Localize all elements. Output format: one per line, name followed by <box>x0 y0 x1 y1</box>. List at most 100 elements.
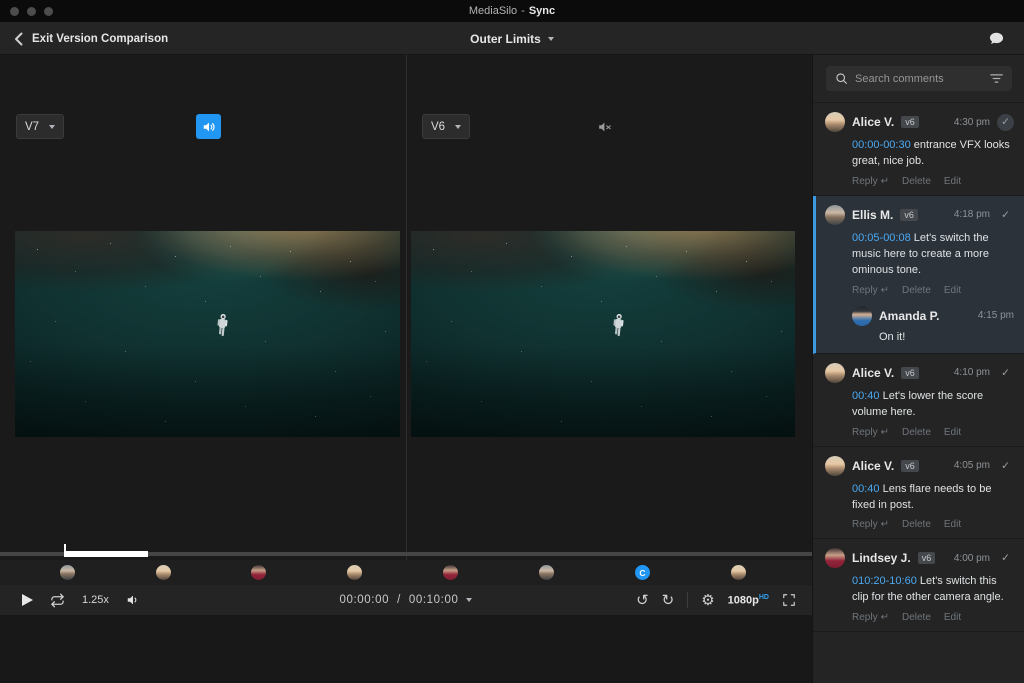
comments-toggle-icon[interactable] <box>989 32 1004 46</box>
quality-selector[interactable]: 1080pHD <box>728 594 769 607</box>
stars-decoration <box>411 231 412 232</box>
resolve-check-icon[interactable]: ✓ <box>997 206 1014 223</box>
avatar <box>825 548 845 568</box>
reply-action[interactable]: Reply↵ <box>852 176 889 187</box>
delete-action[interactable]: Delete <box>902 285 931 296</box>
rotate-ccw-icon[interactable]: ↺ <box>636 593 649 608</box>
timeline-playhead[interactable] <box>64 544 66 557</box>
comment-card[interactable]: Alice V. v6 4:05 pm ✓ 00:40 Lens flare n… <box>813 447 1024 540</box>
delete-action[interactable]: Delete <box>902 176 931 187</box>
reply-body: On it! <box>879 331 1014 343</box>
timeline-comment-marker-current[interactable]: C <box>635 565 650 580</box>
project-title: Outer Limits <box>470 32 541 46</box>
comment-card[interactable]: Alice V. v6 4:10 pm ✓ 00:40 Let's lower … <box>813 354 1024 447</box>
version-badge: v6 <box>918 552 936 564</box>
timeline-comment-marker-alice[interactable] <box>156 565 171 580</box>
timeline-comment-marker-ellis[interactable] <box>60 565 75 580</box>
right-version-dropdown[interactable]: V6 <box>422 114 470 139</box>
comment-time: 4:18 pm <box>954 209 990 220</box>
panel-divider <box>406 55 407 560</box>
transport-controls-bar: 1.25x 00:00:00 / 00:10:00 ↺ ↻ ⚙ 1080pHD <box>0 585 812 615</box>
resolve-check-icon[interactable]: ✓ <box>997 457 1014 474</box>
comment-body: 00:40 Lens flare needs to be fixed in po… <box>852 482 1012 514</box>
edit-action[interactable]: Edit <box>944 519 961 530</box>
speaker-on-icon <box>202 120 216 134</box>
avatar <box>825 456 845 476</box>
chevron-down-icon <box>548 37 554 41</box>
comments-list: Alice V. v6 4:30 pm ✓ 00:00-00:30 entran… <box>813 102 1024 632</box>
play-button[interactable] <box>22 594 33 606</box>
version-badge: v6 <box>900 209 918 221</box>
close-window-icon[interactable] <box>10 7 19 16</box>
resolve-check-icon[interactable]: ✓ <box>997 114 1014 131</box>
timeline-progress-segment[interactable] <box>65 551 148 557</box>
comment-timecode-link[interactable]: 00:40 <box>852 483 880 495</box>
comment-body: 00:40 Let's lower the score volume here. <box>852 389 1012 421</box>
fullscreen-icon[interactable] <box>782 593 796 607</box>
comment-card[interactable]: Lindsey J. v6 4:00 pm ✓ 010:20-10:60 Let… <box>813 539 1024 632</box>
search-comments-input[interactable]: Search comments <box>826 66 1012 91</box>
comment-time: 4:00 pm <box>954 553 990 564</box>
edit-action[interactable]: Edit <box>944 285 961 296</box>
edit-action[interactable]: Edit <box>944 612 961 623</box>
comment-author: Alice V. <box>852 366 894 380</box>
comment-timecode-link[interactable]: 00:05-00:08 <box>852 232 911 244</box>
reply-action[interactable]: Reply↵ <box>852 427 889 438</box>
delete-action[interactable]: Delete <box>902 612 931 623</box>
reply-action[interactable]: Reply↵ <box>852 285 889 296</box>
comment-timecode-link[interactable]: 010:20-10:60 <box>852 575 917 587</box>
timeline-comment-marker-lindsey[interactable] <box>443 565 458 580</box>
comment-timecode-link[interactable]: 00:40 <box>852 390 880 402</box>
return-key-icon: ↵ <box>881 176 889 187</box>
window-title: MediaSilo - Sync <box>469 5 555 17</box>
avatar <box>825 205 845 225</box>
loop-icon[interactable] <box>50 593 65 608</box>
avatar <box>825 363 845 383</box>
comment-card[interactable]: Alice V. v6 4:30 pm ✓ 00:00-00:30 entran… <box>813 103 1024 196</box>
top-nav-bar: Exit Version Comparison Outer Limits <box>0 22 1024 55</box>
comment-time: 4:30 pm <box>954 117 990 128</box>
mediasilo-sync-window: MediaSilo - Sync Exit Version Comparison… <box>0 0 1024 683</box>
timeline-comment-marker-ellis[interactable] <box>539 565 554 580</box>
resolve-check-icon[interactable]: ✓ <box>997 550 1014 567</box>
reply-author: Amanda P. <box>879 309 939 323</box>
back-chevron-icon <box>14 32 23 46</box>
filter-icon[interactable] <box>990 73 1003 84</box>
timeline-comment-marker-alice[interactable] <box>347 565 362 580</box>
time-format-dropdown-icon[interactable] <box>466 598 472 602</box>
delete-action[interactable]: Delete <box>902 427 931 438</box>
search-icon <box>835 72 848 85</box>
minimize-window-icon[interactable] <box>27 7 36 16</box>
current-time: 00:00:00 <box>340 594 390 606</box>
reply-action[interactable]: Reply↵ <box>852 612 889 623</box>
rotate-cw-icon[interactable]: ↻ <box>662 593 675 608</box>
version-badge: v6 <box>901 116 919 128</box>
return-key-icon: ↵ <box>881 285 889 296</box>
avatar <box>825 112 845 132</box>
version-badge: v6 <box>901 460 919 472</box>
left-version-dropdown[interactable]: V7 <box>16 114 64 139</box>
comment-timecode-link[interactable]: 00:00-00:30 <box>852 139 911 151</box>
comment-card[interactable]: Ellis M. v6 4:18 pm ✓ 00:05-00:08 Let's … <box>813 196 1024 354</box>
left-version-label: V7 <box>25 121 39 133</box>
playback-speed-button[interactable]: 1.25x <box>82 594 109 606</box>
window-title-app: MediaSilo <box>469 5 517 17</box>
search-placeholder: Search comments <box>855 73 983 85</box>
edit-action[interactable]: Edit <box>944 176 961 187</box>
exit-version-comparison-button[interactable]: Exit Version Comparison <box>14 22 168 55</box>
reply-action[interactable]: Reply↵ <box>852 519 889 530</box>
left-video-frame[interactable] <box>15 231 400 437</box>
project-title-dropdown[interactable]: Outer Limits <box>212 22 812 55</box>
resolve-check-icon[interactable]: ✓ <box>997 364 1014 381</box>
settings-gear-icon[interactable]: ⚙ <box>701 593 714 608</box>
maximize-window-icon[interactable] <box>44 7 53 16</box>
edit-action[interactable]: Edit <box>944 427 961 438</box>
left-audio-on-button[interactable] <box>196 114 221 139</box>
delete-action[interactable]: Delete <box>902 519 931 530</box>
timeline-comment-marker-alice[interactable] <box>731 565 746 580</box>
timeline-comment-marker-lindsey[interactable] <box>251 565 266 580</box>
master-volume-icon[interactable] <box>126 593 140 607</box>
right-video-frame[interactable] <box>411 231 795 437</box>
comment-author: Alice V. <box>852 459 894 473</box>
right-audio-muted-button[interactable] <box>595 117 615 137</box>
